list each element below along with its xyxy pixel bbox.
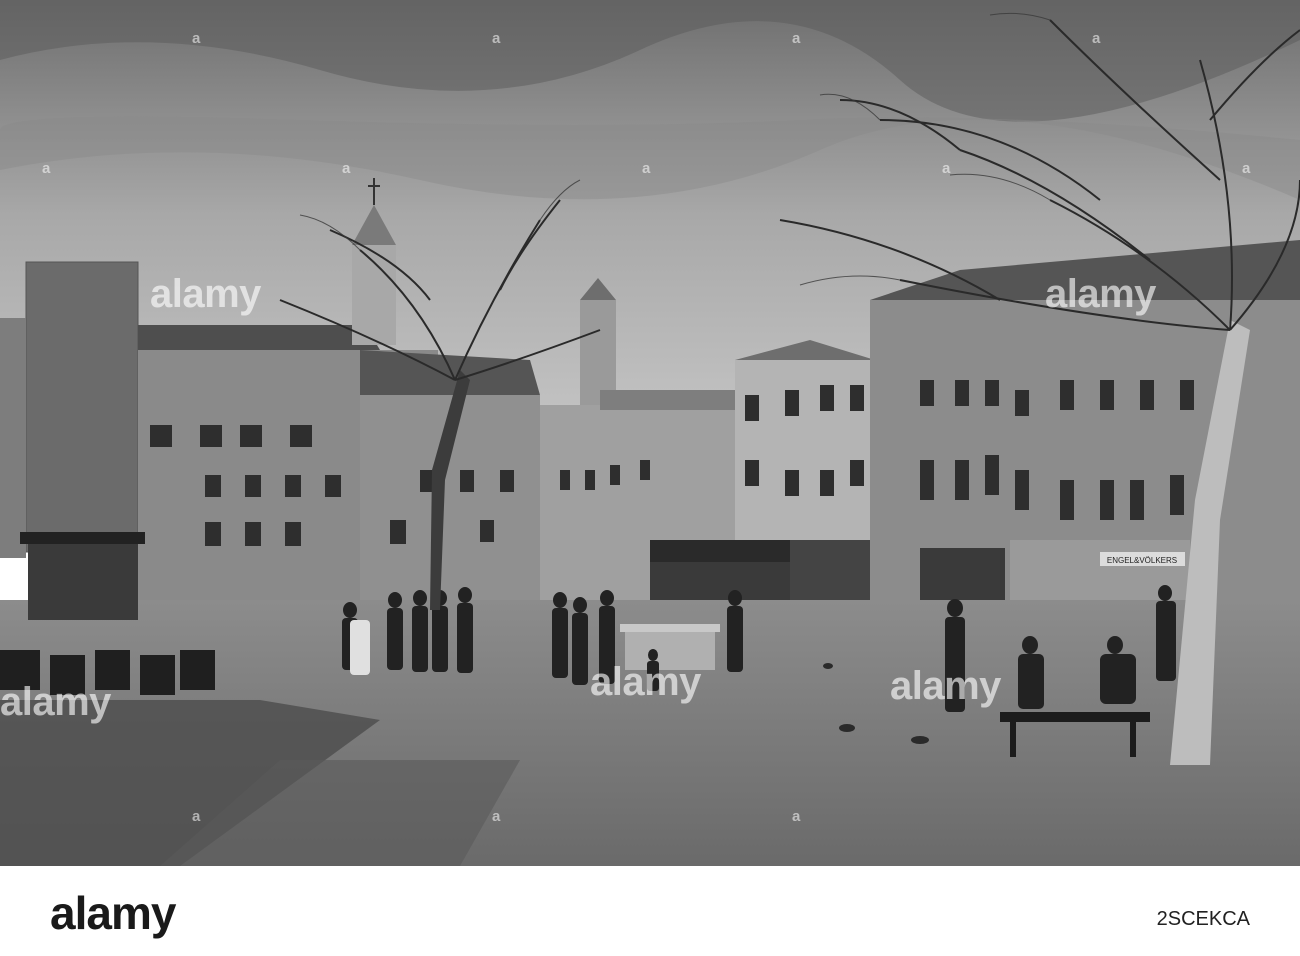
- well-head: [625, 628, 715, 670]
- newsstand-kiosk: [28, 540, 138, 620]
- photo: ENGEL&VÖLKERS alamy alamy alamy alamy al…: [0, 0, 1300, 866]
- footer-bar: alamy 2SCEKCA: [0, 866, 1300, 956]
- cafe-chairs: [0, 650, 215, 695]
- brick-tower: [26, 262, 138, 552]
- houndstooth-coat: [350, 620, 370, 675]
- venice-campo-scene: ENGEL&VÖLKERS: [0, 0, 1300, 866]
- restaurant-awning: [650, 540, 790, 562]
- bench: [1000, 712, 1150, 722]
- alamy-logo[interactable]: alamy: [50, 886, 176, 940]
- church-bell-tower: [352, 245, 396, 345]
- realtor-sign-text: ENGEL&VÖLKERS: [1107, 556, 1177, 565]
- roof-left: [138, 325, 380, 350]
- stock-image-id: 2SCEKCA: [1156, 908, 1250, 930]
